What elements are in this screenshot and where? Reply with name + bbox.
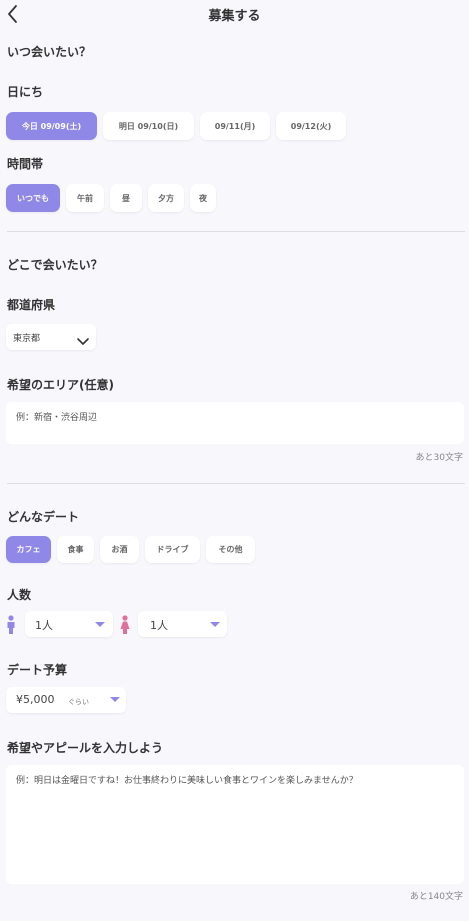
page-title: 募集する [208,9,261,24]
appeal-label: 希望やアピールを入力しよう [7,741,164,755]
area-label: 希望のエリア(任意) [7,378,114,392]
section-heading-where: どこで会いたい？ [7,258,103,272]
male-count-select[interactable]: 1人 [25,611,113,637]
dropdown-triangle-icon [210,622,220,627]
time-pill-morning[interactable]: 午前 [66,184,104,212]
prefecture-value: 東京都 [13,334,41,344]
time-pill-night[interactable]: 夜 [190,184,216,212]
date-pill-today[interactable]: 今日 09/09(土) [6,112,97,140]
female-icon [119,615,131,639]
section-heading-date-type: どんなデート [7,510,80,524]
time-label: 時間帯 [7,157,44,171]
time-pill-anytime[interactable]: いつでも [6,184,60,212]
area-input[interactable]: 例：新宿・渋谷周辺 [6,402,464,444]
dropdown-triangle-icon [110,697,120,702]
time-pill-evening[interactable]: 夕方 [148,184,184,212]
prefecture-label: 都道府県 [7,298,56,312]
budget-label: デート予算 [7,663,68,677]
prefecture-select[interactable]: 東京都 [6,324,96,350]
appeal-char-counter: あと140文字 [409,892,463,902]
budget-select[interactable]: ¥5,000 ぐらい [6,687,126,713]
date-type-pill-cafe[interactable]: カフェ [6,536,51,563]
section-heading-when: いつ会いたい？ [7,45,92,59]
date-type-pill-drinks[interactable]: お酒 [100,536,139,563]
date-pill-0912[interactable]: 09/12(火) [276,112,346,140]
header: 募集する [0,0,469,28]
divider [7,231,465,232]
male-icon [5,615,17,639]
budget-value: ¥5,000 [16,693,55,706]
dropdown-triangle-icon [95,622,105,627]
date-type-pill-meal[interactable]: 食事 [57,536,94,563]
female-count-value: 1人 [150,619,168,632]
male-count-value: 1人 [35,619,53,632]
date-type-pill-row: カフェ 食事 お酒 ドライブ その他 [6,536,255,563]
date-type-pill-drive[interactable]: ドライブ [145,536,200,563]
budget-suffix: ぐらい [68,698,89,706]
date-type-pill-other[interactable]: その他 [206,536,255,563]
appeal-input[interactable]: 例：明日は金曜日ですね！お仕事終わりに美味しい食事とワインを楽しみませんか？ [6,765,464,884]
area-char-counter: あと30文字 [415,453,463,463]
date-label: 日にち [7,85,44,99]
female-count-select[interactable]: 1人 [138,611,227,637]
time-pill-noon[interactable]: 昼 [110,184,142,212]
date-pill-0911[interactable]: 09/11(月) [200,112,270,140]
people-label: 人数 [7,588,32,602]
date-pill-row: 今日 09/09(土) 明日 09/10(日) 09/11(月) 09/12(火… [6,112,346,140]
time-pill-row: いつでも 午前 昼 夕方 夜 [6,184,216,212]
chevron-down-icon [76,332,90,351]
divider [7,483,465,484]
date-pill-tomorrow[interactable]: 明日 09/10(日) [103,112,194,140]
